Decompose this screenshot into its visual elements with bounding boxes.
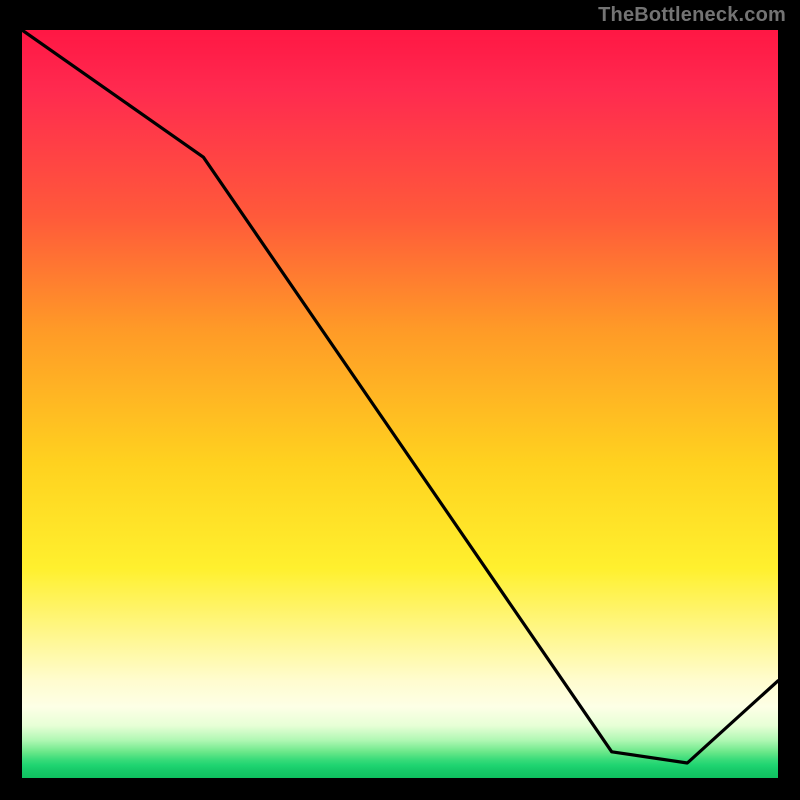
bottleneck-curve [22, 30, 778, 778]
chart-stage: TheBottleneck.com [0, 0, 800, 800]
watermark-text: TheBottleneck.com [598, 4, 786, 27]
plot-area [22, 30, 778, 778]
